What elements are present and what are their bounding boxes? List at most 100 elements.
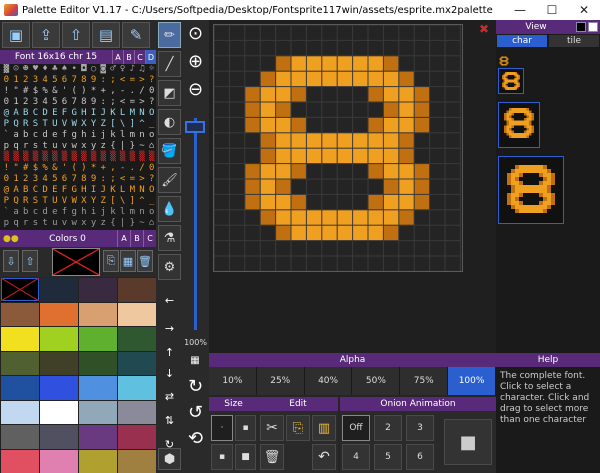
font-glyph[interactable]: } <box>128 219 137 228</box>
font-glyph[interactable]: Y <box>89 120 98 129</box>
font-glyph[interactable]: l <box>118 131 127 140</box>
font-glyph[interactable]: < <box>118 98 127 107</box>
color-swatch[interactable] <box>40 449 78 473</box>
font-glyph[interactable]: ◙ <box>99 65 108 74</box>
font-glyph[interactable]: 4 <box>41 98 50 107</box>
font-glyph[interactable]: z <box>99 142 108 151</box>
color-swatch[interactable] <box>1 376 39 400</box>
font-glyph[interactable]: \ <box>118 197 127 206</box>
font-glyph[interactable]: ] <box>128 197 137 206</box>
font-glyph[interactable]: : <box>99 76 108 85</box>
grid-toggle-icon[interactable]: ▦ <box>186 355 204 369</box>
color-swatch[interactable] <box>40 351 78 375</box>
font-glyph[interactable]: @ <box>2 186 11 195</box>
font-glyph[interactable]: H <box>80 109 89 118</box>
size-1x1-button[interactable]: · <box>211 415 233 441</box>
color-swatch[interactable] <box>118 327 156 351</box>
flip-vertical-icon[interactable]: ⇅ <box>158 410 181 430</box>
font-glyph[interactable]: ^ <box>138 197 147 206</box>
font-glyph[interactable]: y <box>89 219 98 228</box>
open-folder-icon[interactable]: ⇧ <box>62 22 90 48</box>
zoom-fit-icon[interactable]: ⊙ <box>184 20 207 46</box>
font-glyph[interactable]: i <box>89 208 98 217</box>
font-glyph[interactable]: ▒ <box>70 153 79 162</box>
font-glyph[interactable]: J <box>99 186 108 195</box>
color-swatch[interactable] <box>118 351 156 375</box>
maximize-button[interactable]: ☐ <box>536 0 568 20</box>
font-glyph[interactable]: b <box>21 131 30 140</box>
font-glyph[interactable]: j <box>99 131 108 140</box>
alpha-10[interactable]: 10% <box>209 367 257 395</box>
font-glyph[interactable]: = <box>128 175 137 184</box>
open-file-icon[interactable]: ⇪ <box>32 22 60 48</box>
color-swatch[interactable] <box>118 376 156 400</box>
color-swatch[interactable] <box>79 302 117 326</box>
font-glyph[interactable]: $ <box>31 87 40 96</box>
pixel-canvas[interactable] <box>213 24 463 272</box>
font-glyph[interactable]: ▒ <box>80 153 89 162</box>
pencil-icon[interactable]: ✏ <box>158 22 181 48</box>
line-icon[interactable]: ╱ <box>158 51 181 77</box>
import-palette-icon[interactable]: ⇩ <box>3 250 19 272</box>
font-glyph[interactable]: ) <box>80 164 89 173</box>
font-glyph[interactable]: 4 <box>41 76 50 85</box>
font-glyph[interactable]: 7 <box>70 98 79 107</box>
font-glyph[interactable]: D <box>41 186 50 195</box>
font-glyph[interactable]: X <box>80 197 89 206</box>
font-tab-a[interactable]: A <box>112 50 123 64</box>
font-glyph[interactable]: ♣ <box>50 65 59 74</box>
font-glyph[interactable]: P <box>2 120 11 129</box>
undo-rotate-icon[interactable]: ⟲ <box>184 425 207 451</box>
font-glyph[interactable]: < <box>118 76 127 85</box>
font-glyph[interactable]: ♠ <box>60 65 69 74</box>
font-glyph[interactable]: • <box>70 65 79 74</box>
color-swatch[interactable] <box>118 302 156 326</box>
font-glyph[interactable]: 2 <box>21 175 30 184</box>
font-glyph[interactable]: - <box>118 164 127 173</box>
font-glyph[interactable]: V <box>60 120 69 129</box>
font-glyph[interactable]: f <box>60 208 69 217</box>
font-glyph[interactable]: C <box>31 109 40 118</box>
font-glyph[interactable]: I <box>89 109 98 118</box>
font-glyph[interactable]: G <box>70 186 79 195</box>
font-glyph[interactable]: / <box>138 87 147 96</box>
font-glyph[interactable]: _ <box>147 197 156 206</box>
close-button[interactable]: ✕ <box>568 0 600 20</box>
color-swatch[interactable] <box>118 449 156 473</box>
font-glyph[interactable]: S <box>31 120 40 129</box>
font-glyph[interactable]: ] <box>128 120 137 129</box>
font-glyph[interactable]: * <box>89 87 98 96</box>
font-glyph[interactable]: ○ <box>89 65 98 74</box>
font-tab-c[interactable]: C <box>134 50 145 64</box>
font-glyph[interactable]: ☻ <box>21 65 30 74</box>
font-glyph[interactable]: - <box>118 87 127 96</box>
color-picker-icon[interactable]: ⚗ <box>158 225 181 251</box>
alpha-100[interactable]: 100% <box>448 367 496 395</box>
font-glyph[interactable]: \ <box>118 120 127 129</box>
colors-tab-b[interactable]: B <box>130 230 143 247</box>
font-glyph[interactable]: i <box>89 131 98 140</box>
font-glyph[interactable]: K <box>109 109 118 118</box>
font-glyph[interactable]: ▒ <box>12 153 21 162</box>
font-glyph[interactable]: T <box>41 120 50 129</box>
color-swatch[interactable] <box>0 277 40 302</box>
font-glyph[interactable]: E <box>50 186 59 195</box>
font-glyph[interactable]: ▒ <box>2 153 11 162</box>
minimize-button[interactable]: — <box>504 0 536 20</box>
font-glyph[interactable]: x <box>80 219 89 228</box>
copy-icon[interactable]: ⎘ <box>286 415 310 441</box>
onion-stop-button[interactable]: ■ <box>444 419 492 465</box>
font-glyph[interactable]: F <box>60 186 69 195</box>
font-glyph[interactable]: d <box>41 208 50 217</box>
font-glyph[interactable]: Z <box>99 197 108 206</box>
color-swatch[interactable] <box>79 449 117 473</box>
font-glyph[interactable]: g <box>70 208 79 217</box>
font-glyph[interactable]: e <box>50 131 59 140</box>
color-swatch[interactable] <box>79 425 117 449</box>
font-glyph[interactable]: 1 <box>12 175 21 184</box>
font-glyph[interactable]: Y <box>89 197 98 206</box>
paste-color-icon[interactable]: ▦ <box>120 250 136 272</box>
font-glyph[interactable]: 8 <box>80 98 89 107</box>
size-1x2-button[interactable]: ▪ <box>211 444 233 470</box>
color-swatch[interactable] <box>40 302 78 326</box>
